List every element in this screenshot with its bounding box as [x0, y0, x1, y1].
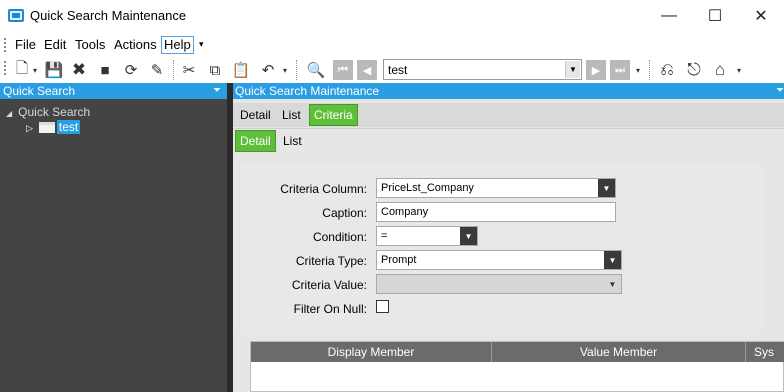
condition-value: = [381, 230, 388, 242]
last-record-icon[interactable]: ⏭ [610, 60, 630, 80]
nav-dropdown-icon[interactable]: ▾ [633, 60, 643, 80]
title-bar: Quick Search Maintenance — ☐ ✕ [0, 0, 784, 32]
column-header-value-member[interactable]: Value Member [492, 342, 746, 362]
app-icon [8, 9, 24, 22]
tree-panel [0, 99, 227, 392]
grid-header: Display Member Value Member Sys [251, 342, 784, 362]
tab-list[interactable]: List [278, 105, 305, 127]
sub-tab-strip: Detail List [233, 128, 784, 154]
caption-value: Company [381, 206, 429, 218]
tab-criteria[interactable]: Criteria [309, 104, 358, 126]
toolbar-separator [649, 60, 650, 80]
toolbar-grip [4, 61, 6, 75]
pin-icon[interactable]: ⏷ [213, 83, 221, 99]
copy-icon[interactable]: ⧉ [205, 60, 225, 80]
chevron-down-icon[interactable]: ▼ [565, 61, 580, 78]
record-search-combo[interactable]: test ▼ [383, 59, 582, 80]
paste-icon[interactable]: 📋 [231, 60, 251, 80]
caption-label: Caption: [322, 206, 367, 220]
new-icon[interactable]: 🗋 [12, 60, 32, 80]
menu-bar: File Edit Tools Actions Help ▾ [0, 33, 784, 57]
undo-icon[interactable]: ↶ [258, 60, 278, 80]
refresh-icon[interactable]: ⟳ [121, 60, 141, 80]
criteria-value-select[interactable]: ▼ [376, 274, 622, 294]
menu-tools[interactable]: Tools [73, 37, 107, 52]
condition-select[interactable]: = ▼ [376, 226, 478, 246]
column-header-sys[interactable]: Sys [746, 342, 784, 362]
collapse-icon[interactable]: ◢ [6, 109, 12, 118]
filter-on-null-checkbox[interactable] [376, 300, 389, 313]
expand-icon[interactable]: ▷ [26, 123, 33, 133]
save-icon[interactable]: 💾 [44, 60, 64, 80]
right-panel-header: Quick Search Maintenance ⏷ [233, 83, 784, 99]
tree-root-node[interactable]: ◢ Quick Search [6, 105, 90, 119]
chevron-down-icon[interactable]: ▼ [460, 227, 477, 245]
back-icon[interactable]: ⎌ [657, 60, 677, 80]
subtab-detail[interactable]: Detail [235, 130, 276, 152]
menu-grip [4, 38, 6, 52]
subtab-list[interactable]: List [279, 131, 306, 153]
home-icon[interactable]: ⌂ [710, 60, 730, 80]
menu-overflow-icon[interactable]: ▾ [197, 39, 206, 50]
new-dropdown-icon[interactable]: ▾ [30, 60, 40, 80]
clear-icon[interactable]: ■ [95, 60, 115, 80]
tree-child-node[interactable]: ▷ test [26, 120, 81, 134]
criteria-column-value: PriceLst_Company [381, 182, 474, 194]
main-tab-strip: Detail List Criteria [233, 103, 784, 127]
folder-icon [38, 122, 55, 134]
criteria-value-label: Criteria Value: [291, 278, 367, 292]
maximize-button[interactable]: ☐ [692, 0, 738, 32]
menu-file[interactable]: File [13, 37, 38, 52]
forward-icon[interactable]: ⎋ [684, 60, 704, 80]
close-button[interactable]: ✕ [738, 0, 784, 32]
broom-icon[interactable]: ✎ [147, 60, 167, 80]
record-search-value: test [388, 63, 408, 77]
binoculars-icon[interactable]: 🔍 [306, 60, 326, 80]
menu-help[interactable]: Help [161, 36, 194, 54]
undo-dropdown-icon[interactable]: ▾ [280, 60, 290, 80]
chevron-down-icon[interactable]: ▼ [604, 251, 621, 269]
criteria-type-value: Prompt [381, 254, 417, 266]
condition-label: Condition: [312, 230, 367, 244]
next-record-icon[interactable]: ▶ [586, 60, 606, 80]
chevron-down-icon[interactable]: ▼ [604, 275, 621, 293]
tree-child-label: test [56, 120, 81, 134]
pin-icon[interactable]: ⏷ [776, 83, 784, 99]
toolbar-separator [296, 60, 297, 80]
column-header-display-member[interactable]: Display Member [251, 342, 492, 362]
right-panel-title: Quick Search Maintenance [235, 84, 380, 98]
criteria-type-select[interactable]: Prompt ▼ [376, 250, 622, 270]
toolbar-separator [173, 60, 174, 80]
delete-icon[interactable]: ✖ [69, 60, 89, 80]
menu-actions[interactable]: Actions [112, 37, 159, 52]
cut-icon[interactable]: ✂ [179, 60, 199, 80]
left-panel-header: Quick Search ⏷ [0, 83, 227, 99]
toolbar-overflow-icon[interactable]: ▾ [734, 60, 744, 80]
caption-input[interactable]: Company [376, 202, 616, 222]
criteria-type-label: Criteria Type: [295, 254, 367, 268]
menu-edit[interactable]: Edit [42, 37, 68, 52]
criteria-column-label: Criteria Column: [280, 182, 367, 196]
left-panel-title: Quick Search [3, 84, 76, 98]
tab-detail[interactable]: Detail [236, 105, 275, 127]
criteria-column-select[interactable]: PriceLst_Company ▼ [376, 178, 616, 198]
minimize-button[interactable]: — [646, 0, 692, 32]
previous-record-icon[interactable]: ◀ [357, 60, 377, 80]
window-title: Quick Search Maintenance [30, 8, 187, 23]
member-grid: Display Member Value Member Sys [250, 341, 784, 392]
first-record-icon[interactable]: ⏮ [333, 60, 353, 80]
tree-root-label: Quick Search [18, 105, 91, 119]
chevron-down-icon[interactable]: ▼ [598, 179, 615, 197]
filter-on-null-label: Filter On Null: [293, 302, 367, 316]
